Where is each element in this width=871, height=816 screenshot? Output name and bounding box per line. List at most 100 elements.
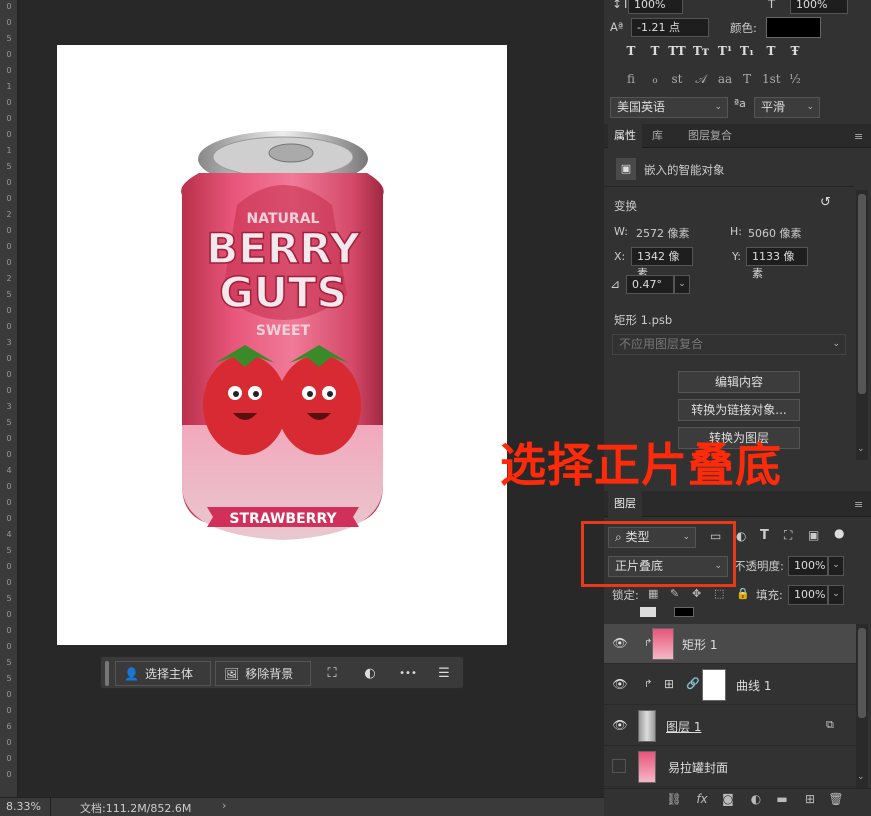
zoom-level[interactable]: 8.33% [6,800,41,813]
layer-row-layer1[interactable]: 👁 图层 1 ⧉ [604,706,856,746]
ruler-tick-label: 0 [6,50,12,59]
fx-icon[interactable]: fx [694,792,710,808]
visibility-checkbox[interactable] [612,759,626,773]
partial-thumb [640,607,656,617]
panel-menu-icon[interactable]: ≡ [854,130,863,143]
opacity-chevron-icon[interactable]: ⌄ [828,556,844,576]
fill-field[interactable]: 100% [788,585,828,605]
language-select[interactable]: 美国英语 ⌄ [610,97,728,118]
layers-panel-menu-icon[interactable]: ≡ [854,498,863,511]
type-style-button-4[interactable]: T¹ [716,44,734,60]
delete-layer-icon[interactable]: 🗑 [828,792,844,808]
filter-toggle-icon[interactable]: ● [834,526,844,540]
person-icon: 👤 [124,666,139,681]
scrollbar-thumb[interactable] [858,194,866,394]
width-value[interactable]: 2572 像素 [636,225,690,241]
lock-position-icon[interactable]: ✥ [692,587,701,600]
lock-artboard-icon[interactable]: ⬚ [714,587,724,600]
layer-comp-select[interactable]: 不应用图层复合 ⌄ [612,334,846,355]
chevron-down-icon: ⌄ [714,102,722,112]
transform-icon[interactable]: ⛶ [321,663,343,685]
angle-chevron-icon[interactable]: ⌄ [674,275,690,294]
fill-chevron-icon[interactable]: ⌄ [828,585,844,605]
properties-scrollbar[interactable]: ⌄ [856,190,868,460]
adjustment-icon[interactable]: ◐ [359,663,381,685]
filter-type-icon[interactable]: T [760,528,769,543]
tab-libraries[interactable]: 库 [646,124,669,148]
layer-row-curves[interactable]: 👁 ↱ ⊞ 🔗 曲线 1 [604,665,856,705]
layers-scrollbar[interactable]: ⌄ [856,624,868,788]
tab-properties[interactable]: 属性 [608,124,642,148]
vertical-scale-field[interactable]: 100% [628,0,683,14]
text-color-swatch[interactable] [766,17,821,38]
ruler-tick-label: 0 [6,738,12,747]
scrollbar-thumb[interactable] [858,628,866,718]
baseline-shift-field[interactable]: -1.21 点 [631,18,709,37]
antialias-value: 平滑 [761,100,786,114]
eye-icon[interactable]: 👁 [612,677,628,693]
opentype-feature-button-2[interactable]: st [668,72,686,88]
select-subject-button[interactable]: 👤 选择主体 [115,661,211,686]
filter-shape-icon[interactable]: ⛶ [784,528,792,543]
opentype-feature-button-3[interactable]: 𝒜 [692,72,710,88]
opentype-feature-button-6[interactable]: 1st [762,72,781,88]
convert-to-linked-button[interactable]: 转换为链接对象... [678,399,800,421]
new-layer-icon[interactable]: ⊞ [802,792,818,808]
opentype-feature-button-1[interactable]: ℴ [646,72,664,88]
scroll-down-icon[interactable]: ⌄ [857,444,865,454]
y-position-field[interactable]: 1133 像素 [746,247,808,280]
language-value: 美国英语 [617,100,666,114]
link-icon[interactable]: 🔗 [686,677,700,690]
add-mask-icon[interactable]: ◙ [720,792,736,808]
scroll-down-icon[interactable]: ⌄ [857,772,865,782]
antialias-select[interactable]: 平滑 ⌄ [754,97,820,118]
layer-row-rectangle[interactable]: 👁 ↱ 矩形 1 [604,624,856,664]
opentype-feature-button-4[interactable]: aa [716,72,734,88]
lock-pixels-icon[interactable]: ✎ [670,587,679,600]
new-adjustment-icon[interactable]: ◐ [748,792,764,808]
tab-layer-comps[interactable]: 图层复合 [682,124,738,148]
type-style-button-3[interactable]: Tт [692,44,710,60]
document-canvas[interactable]: NATURAL BERRY GUTS SWEET STRAWBERRY [57,45,507,645]
opentype-feature-button-7[interactable]: ½ [786,72,804,88]
new-group-icon[interactable]: ▬ [774,792,790,808]
type-style-button-6[interactable]: T [762,44,780,60]
soda-can-image: NATURAL BERRY GUTS SWEET STRAWBERRY [181,131,384,540]
ruler-tick-label: 3 [6,402,12,411]
edit-contents-button[interactable]: 编辑内容 [678,371,800,393]
more-options-icon[interactable]: ••• [397,663,419,685]
lock-label: 锁定: [612,588,639,602]
layer-row-can-cover[interactable]: 易拉罐封面 [604,747,856,787]
angle-field[interactable]: 0.47° [626,275,674,294]
ruler-tick-label: 4 [6,530,12,539]
eye-icon[interactable]: 👁 [612,718,628,734]
eye-icon[interactable]: 👁 [612,636,628,652]
chevron-down-icon: ⌄ [806,102,814,112]
link-layers-icon[interactable]: ⛓ [666,792,682,808]
chevron-down-icon: ⌄ [832,339,840,349]
x-position-field[interactable]: 1342 像素 [631,247,693,280]
opentype-feature-button-5[interactable]: T [738,72,756,88]
status-arrow-icon[interactable]: › [222,799,226,812]
type-style-button-5[interactable]: T₁ [738,44,756,60]
fill-label: 填充: [756,588,783,602]
type-style-button-1[interactable]: T [646,44,664,60]
ruler-tick-label: 6 [6,722,12,731]
reset-transform-icon[interactable]: ↺ [820,195,831,210]
type-style-button-0[interactable]: T [622,44,640,60]
vertical-ruler[interactable]: 0 0 5 0 0 1 0 0 0 1 5 0 0 2 0 0 0 2 5 0 0 3 0 0 0 3 5 0 0 4 0 0 0 4 5 0 0 5 0 0… [0,0,18,797]
remove-background-button[interactable]: 🖼 移除背景 [215,661,311,686]
drag-handle[interactable] [105,661,109,686]
filter-adjustment-icon[interactable]: ◐ [736,529,746,543]
filter-smart-object-icon[interactable]: ▣ [808,528,819,542]
height-value[interactable]: 5060 像素 [748,225,802,241]
lock-transparent-icon[interactable]: ▦ [648,587,658,600]
lock-all-icon[interactable]: 🔒 [736,587,750,600]
settings-sliders-icon[interactable]: ☰ [433,663,455,685]
horizontal-scale-field[interactable]: 100% [790,0,848,14]
ruler-tick-label: 1 [6,146,12,155]
opentype-feature-button-0[interactable]: fi [622,72,640,88]
type-style-button-2[interactable]: TT [668,44,686,60]
type-style-button-7[interactable]: Ŧ [786,44,804,60]
opacity-field[interactable]: 100% [788,556,828,576]
